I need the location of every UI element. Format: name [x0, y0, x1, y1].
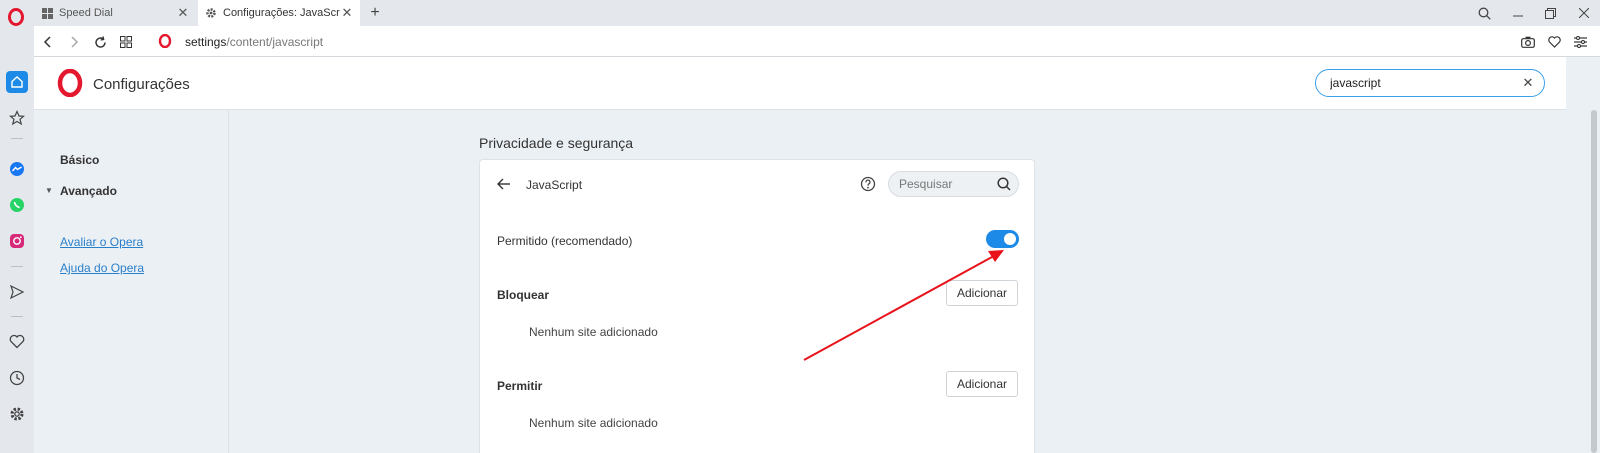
tabs-overview-button[interactable] [116, 32, 136, 52]
back-arrow-icon[interactable] [496, 176, 512, 192]
easy-setup-icon[interactable] [1570, 32, 1590, 52]
close-window-icon[interactable] [1567, 0, 1600, 26]
history-clock-icon[interactable] [6, 367, 28, 389]
search-icon[interactable] [996, 176, 1012, 192]
opera-logo-icon [57, 69, 83, 97]
allow-section-title: Permitir [497, 379, 543, 393]
settings-search-box: ✕ [1315, 69, 1545, 97]
opera-logo-icon [158, 34, 172, 48]
url-path: /content/javascript [226, 35, 324, 49]
chevron-left-icon [43, 36, 51, 48]
whatsapp-icon[interactable] [6, 194, 28, 216]
reload-button[interactable] [90, 32, 110, 52]
opera-sidebar [0, 26, 34, 453]
settings-header: Configurações ✕ [34, 57, 1566, 110]
subpage-search-box [888, 171, 1019, 197]
close-icon[interactable]: ✕ [340, 5, 354, 20]
back-button[interactable] [38, 32, 58, 52]
tab-strip: Speed Dial ✕ Configurações: JavaScript ✕… [0, 0, 1600, 26]
help-icon[interactable] [860, 176, 876, 192]
page-title: Configurações [93, 76, 190, 93]
page-scrollbar[interactable] [1588, 110, 1600, 453]
add-blocked-site-button[interactable]: Adicionar [946, 280, 1018, 306]
nav-item-basic[interactable]: Básico [60, 153, 99, 167]
forward-button[interactable] [64, 32, 84, 52]
rate-opera-link[interactable]: Avaliar o Opera [60, 235, 143, 249]
caret-down-icon: ▼ [45, 186, 53, 195]
section-title: Privacidade e segurança [479, 135, 634, 151]
url-text[interactable]: settings/content/javascript [185, 35, 323, 49]
heart-icon[interactable] [1544, 32, 1564, 52]
heart-icon[interactable] [6, 330, 28, 352]
settings-search-input[interactable] [1330, 75, 1520, 91]
javascript-allowed-toggle[interactable] [986, 230, 1019, 248]
messenger-icon[interactable] [6, 158, 28, 180]
restore-icon[interactable] [1534, 0, 1567, 26]
chevron-right-icon [71, 36, 79, 48]
tab-title: Speed Dial [59, 7, 113, 19]
allow-empty-text: Nenhum site adicionado [529, 416, 658, 430]
new-tab-button[interactable]: + [366, 4, 384, 22]
block-empty-text: Nenhum site adicionado [529, 325, 658, 339]
nav-item-advanced[interactable]: Avançado [60, 184, 117, 198]
settings-nav: Básico ▼ Avançado Avaliar o Opera Ajuda … [34, 110, 229, 453]
subpage-search-input[interactable] [899, 177, 989, 191]
tab-speed-dial[interactable]: Speed Dial ✕ [34, 0, 196, 26]
address-bar-actions [1518, 32, 1590, 52]
camera-icon[interactable] [1518, 32, 1538, 52]
speed-dial-icon [40, 6, 54, 20]
scrollbar-thumb[interactable] [1591, 110, 1597, 453]
settings-gear-icon[interactable] [6, 403, 28, 425]
opera-logo-icon [8, 8, 24, 26]
search-tabs-icon[interactable] [1468, 0, 1501, 26]
subpage-title: JavaScript [526, 178, 583, 192]
window-controls [1468, 0, 1600, 26]
close-icon[interactable]: ✕ [176, 5, 190, 20]
tab-settings-javascript[interactable]: Configurações: JavaScript ✕ [198, 0, 360, 26]
toggle-knob [1004, 233, 1016, 245]
block-section-title: Bloquear [497, 288, 550, 302]
send-icon[interactable] [6, 281, 28, 303]
grid-icon [120, 36, 132, 48]
home-icon[interactable] [6, 71, 28, 93]
tab-title: Configurações: JavaScript [223, 7, 340, 19]
javascript-settings-card: JavaScript Permitido (recomendado) Bloqu… [479, 159, 1035, 453]
gear-icon [204, 6, 218, 20]
minimize-icon[interactable] [1501, 0, 1534, 26]
url-host: settings [185, 35, 227, 49]
instagram-icon[interactable] [6, 230, 28, 252]
allowed-label: Permitido (recomendado) [497, 234, 633, 248]
add-allowed-site-button[interactable]: Adicionar [946, 371, 1018, 397]
address-bar: settings/content/javascript [34, 26, 1600, 57]
reload-icon [94, 35, 106, 48]
opera-help-link[interactable]: Ajuda do Opera [60, 261, 144, 275]
star-icon[interactable] [6, 107, 28, 129]
clear-search-icon[interactable]: ✕ [1520, 75, 1536, 91]
